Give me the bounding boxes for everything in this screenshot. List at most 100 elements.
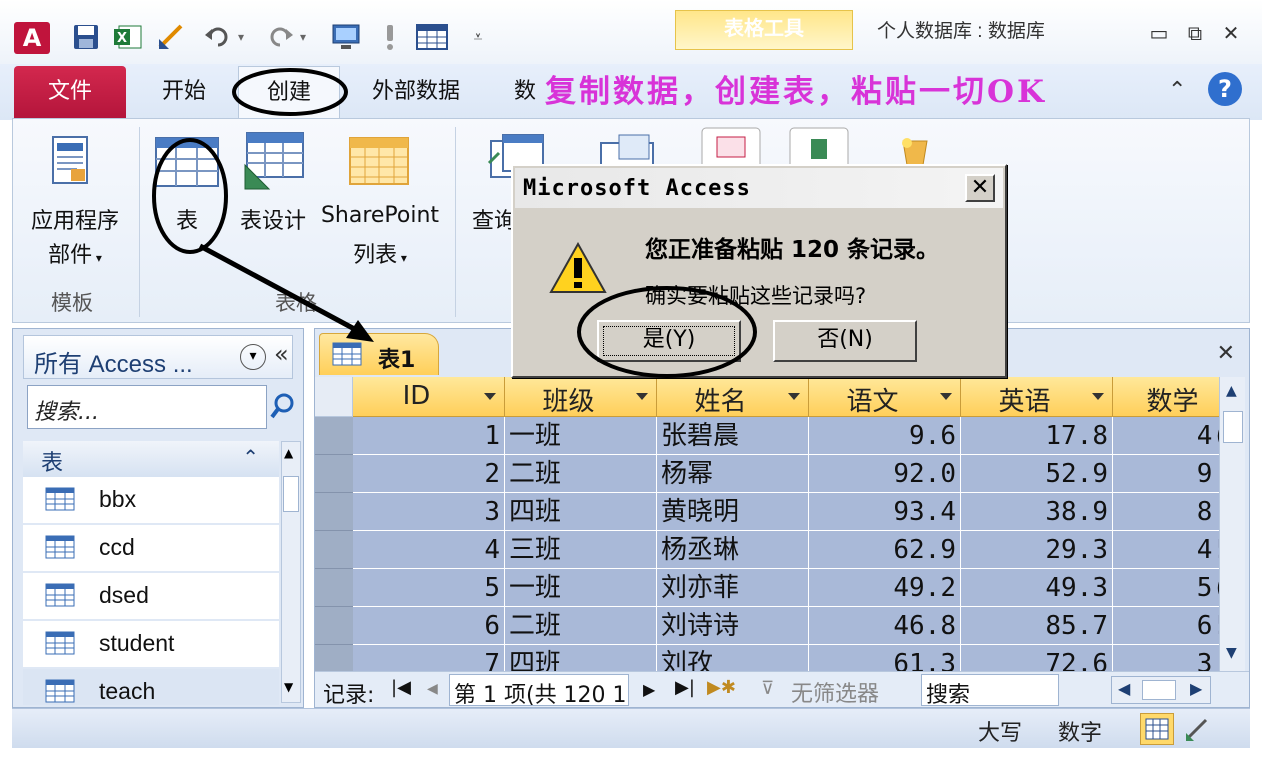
table-cell[interactable]: 刘诗诗: [657, 607, 809, 645]
scroll-up-icon[interactable]: ▲: [1226, 383, 1237, 399]
table-icon[interactable]: [155, 137, 219, 191]
tab-home[interactable]: 开始: [146, 66, 222, 118]
chevron-down-icon[interactable]: ▾: [294, 20, 312, 54]
current-record-field[interactable]: 第 1 项(共 120 1: [449, 674, 629, 706]
collapse-ribbon-icon[interactable]: ⌃: [1168, 78, 1186, 103]
scroll-left-icon[interactable]: ◀: [1118, 679, 1130, 698]
scroll-down-icon[interactable]: ▼: [284, 680, 293, 694]
tab-external-data[interactable]: 外部数据: [360, 66, 472, 118]
table-cell[interactable]: 4!: [1113, 531, 1219, 569]
table-cell[interactable]: 刘孜: [657, 645, 809, 671]
close-button[interactable]: ✕: [1216, 20, 1246, 46]
table-cell[interactable]: 杨丞琳: [657, 531, 809, 569]
table-cell[interactable]: 一班: [505, 569, 657, 607]
nav-menu-chevron-icon[interactable]: ▾: [240, 344, 266, 370]
redo-icon[interactable]: [264, 20, 296, 54]
column-header-english[interactable]: 英语: [961, 377, 1113, 417]
table-cell[interactable]: 6: [353, 607, 505, 645]
table-cell[interactable]: 3: [353, 493, 505, 531]
previous-record-icon[interactable]: ◀: [427, 681, 438, 697]
table-cell[interactable]: 4(: [1113, 417, 1219, 455]
no-button[interactable]: 否(N): [773, 320, 917, 362]
table-design-icon[interactable]: [243, 131, 305, 197]
save-icon[interactable]: [70, 20, 102, 54]
nav-item[interactable]: ccd: [23, 525, 279, 571]
table-cell[interactable]: 1: [353, 417, 505, 455]
table-cell[interactable]: 5(: [1113, 569, 1219, 607]
chevron-down-icon[interactable]: [1092, 393, 1104, 400]
table-button[interactable]: 表: [163, 203, 211, 235]
table-cell[interactable]: 17.8: [961, 417, 1113, 455]
monitor-icon[interactable]: [330, 20, 362, 54]
select-all-corner[interactable]: [315, 377, 353, 417]
row-selector[interactable]: [315, 455, 353, 493]
new-record-icon[interactable]: ▶✱: [707, 677, 736, 698]
next-record-icon[interactable]: ▶: [643, 680, 655, 699]
undo-icon[interactable]: [202, 20, 234, 54]
column-header-name[interactable]: 姓名: [657, 377, 809, 417]
design-view-icon[interactable]: [1184, 715, 1212, 749]
table-icon[interactable]: [416, 20, 448, 54]
filter-status[interactable]: 无筛选器: [791, 676, 879, 708]
nav-pane-header[interactable]: 所有 Access ... ▾ «: [23, 335, 293, 379]
table-cell[interactable]: 38.9: [961, 493, 1113, 531]
column-header-chinese[interactable]: 语文: [809, 377, 961, 417]
table-cell[interactable]: 4: [353, 531, 505, 569]
table-cell[interactable]: 49.2: [809, 569, 961, 607]
first-record-icon[interactable]: |◀: [391, 677, 411, 698]
table-cell[interactable]: 85.7: [961, 607, 1113, 645]
table-cell[interactable]: 7: [353, 645, 505, 671]
table-cell[interactable]: 29.3: [961, 531, 1113, 569]
excel-icon[interactable]: X: [112, 20, 144, 54]
app-parts-label-line2[interactable]: 部件 ▾: [23, 237, 127, 269]
row-selector[interactable]: [315, 417, 353, 455]
table-cell[interactable]: 52.9: [961, 455, 1113, 493]
table-cell[interactable]: 49.3: [961, 569, 1113, 607]
table-cell[interactable]: 8': [1113, 493, 1219, 531]
search-icon[interactable]: [269, 389, 297, 425]
chevron-down-icon[interactable]: [636, 393, 648, 400]
app-parts-label[interactable]: 应用程序: [23, 203, 127, 235]
table-cell[interactable]: 92.0: [809, 455, 961, 493]
row-selector[interactable]: [315, 531, 353, 569]
scroll-up-icon[interactable]: ▲: [284, 446, 293, 460]
nav-group-tables[interactable]: 表 ⌃: [23, 441, 279, 477]
table-cell[interactable]: 9.6: [809, 417, 961, 455]
tab-file[interactable]: 文件: [14, 66, 126, 118]
row-selector[interactable]: [315, 569, 353, 607]
nav-item[interactable]: bbx: [23, 477, 279, 523]
table-cell[interactable]: 62.9: [809, 531, 961, 569]
row-selector[interactable]: [315, 607, 353, 645]
table-cell[interactable]: 四班: [505, 645, 657, 671]
tab-database-tools[interactable]: 数: [512, 66, 538, 118]
table-cell[interactable]: 二班: [505, 607, 657, 645]
minimize-button[interactable]: ▭: [1144, 20, 1174, 46]
row-selector[interactable]: [315, 493, 353, 531]
table-cell[interactable]: 6!: [1113, 607, 1219, 645]
collapse-group-icon[interactable]: ⌃: [242, 445, 259, 469]
table-cell[interactable]: 9': [1113, 455, 1219, 493]
scroll-thumb[interactable]: [1142, 680, 1176, 700]
table-cell[interactable]: 46.8: [809, 607, 961, 645]
nav-search-input[interactable]: 搜索...: [27, 385, 267, 429]
scroll-thumb[interactable]: [1223, 411, 1243, 443]
nav-scrollbar[interactable]: ▲ ▼: [281, 441, 301, 703]
doc-tab-table1[interactable]: 表1: [319, 333, 439, 375]
table-cell[interactable]: 四班: [505, 493, 657, 531]
scroll-thumb[interactable]: [283, 476, 299, 512]
table-cell[interactable]: 刘亦菲: [657, 569, 809, 607]
scroll-right-icon[interactable]: ▶: [1190, 679, 1202, 698]
chevron-down-icon[interactable]: ▾: [232, 20, 250, 54]
table-cell[interactable]: 3': [1113, 645, 1219, 671]
table-cell[interactable]: 93.4: [809, 493, 961, 531]
table-cell[interactable]: 一班: [505, 417, 657, 455]
edit-icon[interactable]: [156, 20, 188, 54]
table-cell[interactable]: 61.3: [809, 645, 961, 671]
table-design-button[interactable]: 表设计: [231, 203, 315, 235]
nav-item[interactable]: teach: [23, 669, 279, 705]
collapse-pane-icon[interactable]: «: [274, 340, 289, 368]
column-header-id[interactable]: ID: [353, 377, 505, 417]
chevron-down-icon[interactable]: [484, 393, 496, 400]
horizontal-scrollbar[interactable]: ◀ ▶: [1111, 676, 1211, 704]
chevron-down-icon[interactable]: [788, 393, 800, 400]
